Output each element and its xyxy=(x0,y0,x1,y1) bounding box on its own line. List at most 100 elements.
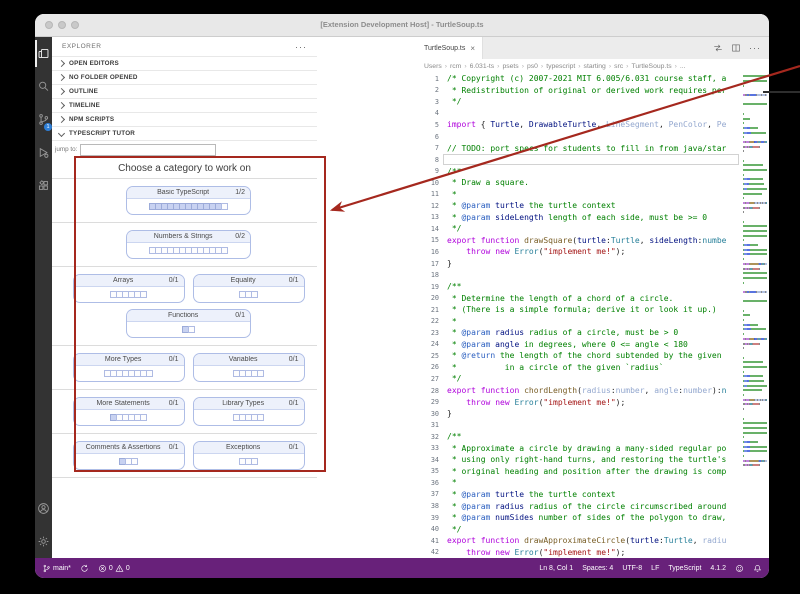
sidebar-item-npm-scripts[interactable]: NPM SCRIPTS xyxy=(52,112,317,126)
line-text: } xyxy=(447,259,769,268)
code-line: 33 * Approximate a circle by drawing a m… xyxy=(417,443,769,455)
jump-to-input[interactable] xyxy=(80,143,217,156)
breadcrumb-item[interactable]: starting xyxy=(584,63,606,70)
breadcrumb-item[interactable]: psets xyxy=(502,63,518,70)
breadcrumb-item[interactable]: src xyxy=(614,63,623,70)
category-exceptions[interactable]: Exceptions 0/1 xyxy=(192,441,305,470)
code-token: export xyxy=(447,386,476,396)
feedback-status[interactable] xyxy=(735,564,744,573)
category-count: 1/2 xyxy=(235,189,245,196)
category-arrays[interactable]: Arrays 0/1 xyxy=(72,274,185,303)
breadcrumb-item[interactable]: TurtleSoup.ts xyxy=(631,63,671,70)
status-item-lf[interactable]: LF xyxy=(651,565,659,572)
category-library-types[interactable]: Library Types 0/1 xyxy=(192,397,305,426)
tutor-row: More Statements 0/1 Library Types 0/1 xyxy=(52,390,317,434)
category-variables[interactable]: Variables 0/1 xyxy=(192,353,305,382)
status-item-ln-8-col-1[interactable]: Ln 8, Col 1 xyxy=(539,565,573,572)
chevron-down-icon xyxy=(57,129,66,138)
zoom-window-button[interactable] xyxy=(71,21,79,29)
category-comments-assertions[interactable]: Comments & Assertions 0/1 xyxy=(72,441,185,470)
status-item-spaces-4[interactable]: Spaces: 4 xyxy=(582,565,613,572)
activity-source-control-icon[interactable]: 1 xyxy=(35,103,52,136)
category-count: 0/1 xyxy=(168,444,179,451)
progress-cell xyxy=(220,247,228,254)
editor-actions: ··· xyxy=(705,37,769,59)
activity-search-icon[interactable] xyxy=(35,70,52,103)
chevron-right-icon xyxy=(57,87,66,96)
sidebar-item-outline[interactable]: OUTLINE xyxy=(52,84,317,98)
code-line: 30} xyxy=(417,408,769,420)
sync-status[interactable] xyxy=(80,564,89,573)
line-number: 20 xyxy=(430,294,439,303)
breadcrumb-item[interactable]: 6.031-ts xyxy=(470,63,495,70)
sidebar-item-timeline[interactable]: TIMELINE xyxy=(52,98,317,112)
title-bar: [Extension Development Host] - TurtleSou… xyxy=(35,14,769,37)
category-label: Comments & Assertions xyxy=(85,444,161,451)
activity-explorer-icon[interactable] xyxy=(35,37,52,70)
minimize-window-button[interactable] xyxy=(58,21,66,29)
code-line: 39 * @param numSides number of sides of … xyxy=(417,512,769,524)
close-tab-icon[interactable]: × xyxy=(470,44,475,53)
line-number: 19 xyxy=(430,282,439,291)
code-line: 19 /** xyxy=(417,281,769,293)
breadcrumb-separator: › xyxy=(464,62,467,70)
category-header: Comments & Assertions 0/1 xyxy=(73,442,184,454)
breadcrumb-item[interactable]: ... xyxy=(680,63,686,70)
code-token: @param xyxy=(461,328,496,338)
line-number: 37 xyxy=(430,490,439,499)
status-item-4-1-2[interactable]: 4.1.2 xyxy=(710,565,726,572)
code-token: function xyxy=(480,536,520,546)
tab-turtlesoup[interactable]: TurtleSoup.ts × xyxy=(417,37,484,59)
bell-status[interactable] xyxy=(753,564,762,573)
problems-status[interactable]: 0 0 xyxy=(98,564,130,573)
line-text: * @param radius radius of a circle, must… xyxy=(447,328,769,337)
category-progress xyxy=(74,410,184,425)
line-number: 5 xyxy=(434,120,439,129)
activity-settings-icon[interactable] xyxy=(35,525,52,558)
category-numbers-strings[interactable]: Numbers & Strings 0/2 xyxy=(126,230,251,259)
line-text: /** xyxy=(447,167,769,176)
line-text: * xyxy=(447,478,769,487)
activity-account-icon[interactable] xyxy=(35,492,52,525)
breadcrumb-separator: › xyxy=(444,62,448,70)
sidebar-item-typescript-tutor[interactable]: TYPESCRIPT TUTOR xyxy=(52,126,317,140)
activity-bar: 1 xyxy=(35,37,52,558)
split-editor-icon[interactable] xyxy=(731,43,741,53)
category-equality[interactable]: Equality 0/1 xyxy=(192,274,305,303)
sidebar-item-open-editors[interactable]: OPEN EDITORS xyxy=(52,56,317,70)
breadcrumb-item[interactable]: typescript xyxy=(546,63,575,70)
sidebar-item-no-folder-opened[interactable]: NO FOLDER OPENED xyxy=(52,70,317,84)
git-branch-status[interactable]: main* xyxy=(42,564,71,573)
category-functions[interactable]: Functions 0/1 xyxy=(126,309,251,338)
category-progress xyxy=(127,322,250,337)
sidebar-more-actions-icon[interactable]: ··· xyxy=(295,42,307,52)
category-more-types[interactable]: More Types 0/1 xyxy=(72,353,185,382)
minimap[interactable] xyxy=(743,74,767,506)
code-token: chordLength xyxy=(524,386,578,396)
activity-extensions-icon[interactable] xyxy=(35,169,52,202)
breadcrumb-item[interactable]: ps0 xyxy=(527,63,538,70)
breadcrumb-item[interactable]: Users xyxy=(424,63,442,70)
code-token: drawSquare xyxy=(524,235,573,245)
code-token: * xyxy=(447,328,462,338)
code-area[interactable]: 1 /* Copyright (c) 2007-2021 MIT 6.005/6.… xyxy=(417,73,769,558)
category-label: Exceptions xyxy=(226,444,261,451)
status-item-utf-8[interactable]: UTF-8 xyxy=(622,565,642,572)
breadcrumb-item[interactable]: rcm xyxy=(450,63,461,70)
line-text: * @return the length of the chord subten… xyxy=(447,351,769,360)
activity-run-debug-icon[interactable] xyxy=(35,136,52,169)
category-more-statements[interactable]: More Statements 0/1 xyxy=(72,397,185,426)
category-basic-typescript[interactable]: Basic TypeScript 1/2 xyxy=(126,186,251,215)
status-item-typescript[interactable]: TypeScript xyxy=(668,565,701,572)
category-count: 0/1 xyxy=(168,400,179,407)
close-window-button[interactable] xyxy=(45,21,53,29)
code-line: 23 * @param radius radius of a circle, m… xyxy=(417,327,769,339)
code-line: 13 * @param sideLength length of each si… xyxy=(417,212,769,224)
category-header: Numbers & Strings 0/2 xyxy=(127,231,250,243)
code-token: ); xyxy=(615,547,626,557)
code-line: 22 * xyxy=(417,315,769,327)
code-token: // TODO: port specs for students to fill… xyxy=(447,143,727,153)
more-actions-icon[interactable]: ··· xyxy=(749,43,761,53)
line-number: 38 xyxy=(430,502,439,510)
open-changes-icon[interactable] xyxy=(713,43,723,53)
